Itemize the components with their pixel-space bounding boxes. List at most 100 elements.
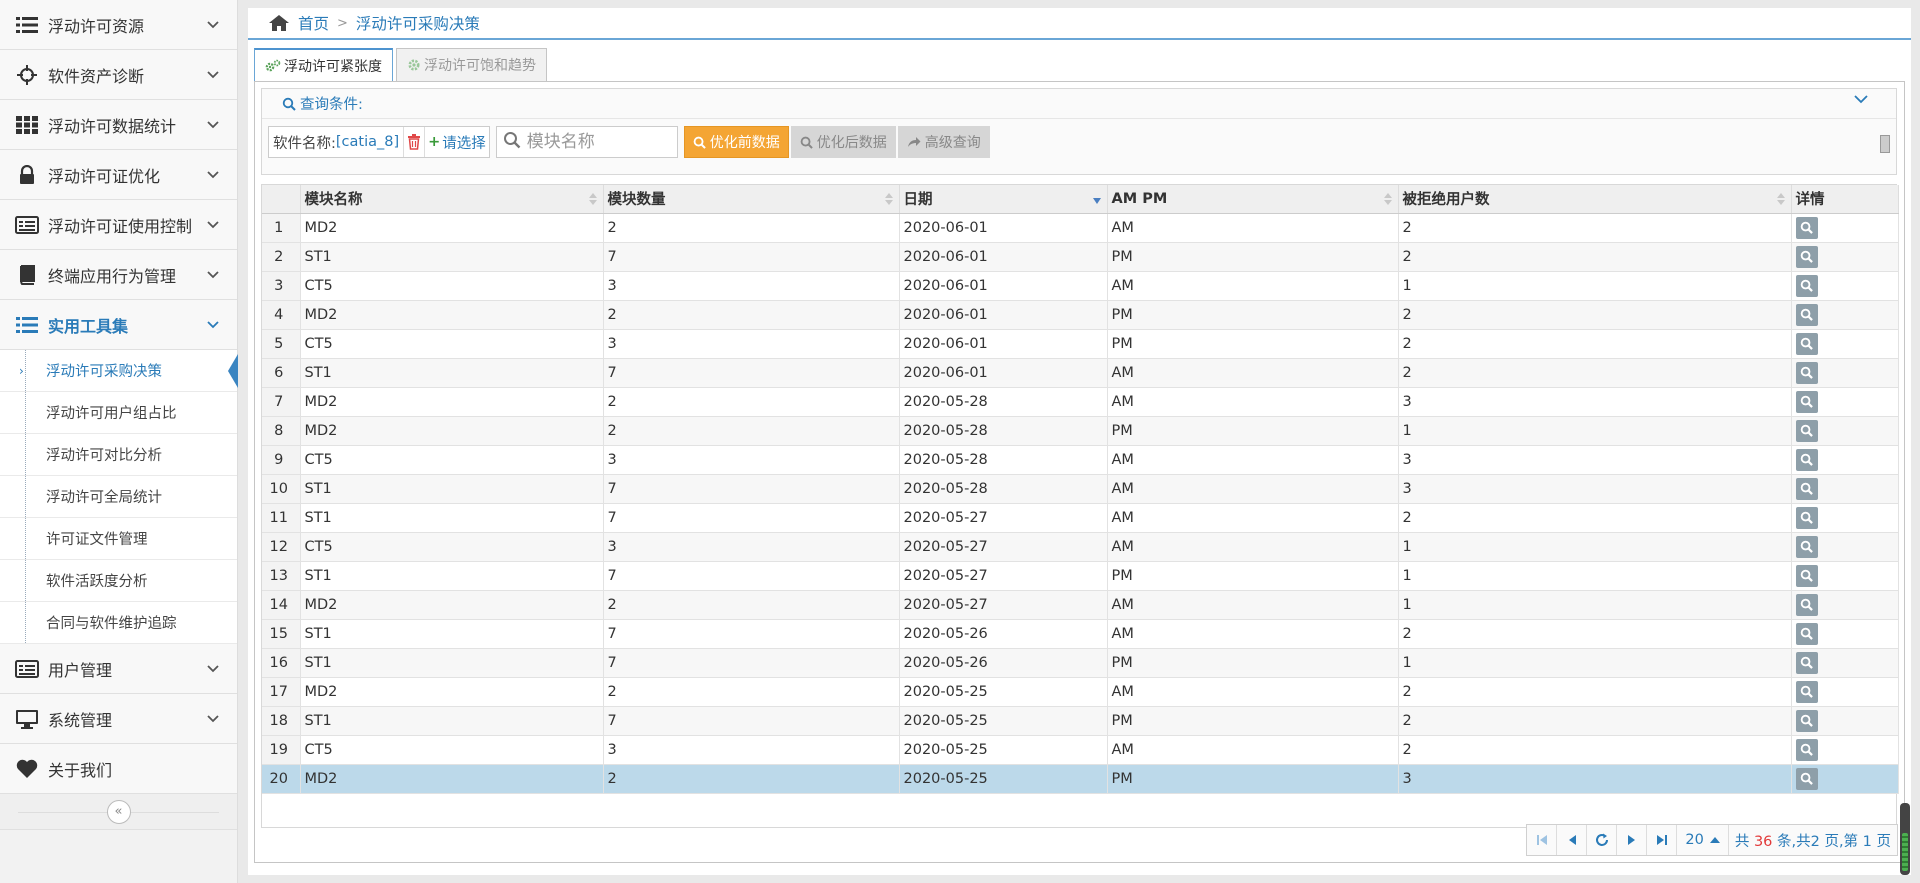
advanced-query-button[interactable]: 高级查询 (897, 126, 990, 158)
table-row[interactable]: 1 MD2 2 2020-06-01 AM 2 (262, 213, 1899, 243)
table-row[interactable]: 20 MD2 2 2020-05-25 PM 3 (262, 764, 1899, 794)
table-row[interactable]: 10 ST1 7 2020-05-28 AM 3 (262, 474, 1899, 504)
breadcrumb-home-link[interactable]: 首页 (298, 12, 329, 34)
tab-license-tension[interactable]: 浮动许可紧张度 (254, 48, 393, 82)
table-row[interactable]: 5 CT5 3 2020-06-01 PM 2 (262, 329, 1899, 359)
cell-date: 2020-05-28 (899, 445, 1108, 475)
next-page-button[interactable] (1617, 825, 1648, 855)
collapse-sidebar-button[interactable]: « (106, 799, 131, 824)
table-row[interactable]: 11 ST1 7 2020-05-27 AM 2 (262, 503, 1899, 533)
table-row[interactable]: 15 ST1 7 2020-05-26 AM 2 (262, 619, 1899, 649)
menu-item-asset-diagnosis[interactable]: 软件资产诊断 (0, 50, 237, 100)
first-page-button[interactable] (1527, 825, 1558, 855)
page-scrollbar[interactable] (1900, 803, 1910, 875)
table-row[interactable]: 14 MD2 2 2020-05-27 AM 1 (262, 590, 1899, 620)
menu-item-utilities[interactable]: 实用工具集 (0, 300, 237, 350)
menu-item-data-statistics[interactable]: 浮动许可数据统计 (0, 100, 237, 150)
table-row[interactable]: 18 ST1 7 2020-05-25 PM 2 (262, 706, 1899, 736)
sub-item-license-files[interactable]: 许可证文件管理 (0, 518, 237, 560)
refresh-button[interactable] (1587, 825, 1618, 855)
after-optimization-button[interactable]: 优化后数据 (790, 126, 896, 158)
module-name-input[interactable] (526, 132, 677, 152)
mini-scrollbar[interactable] (1880, 135, 1890, 153)
view-details-button[interactable] (1795, 390, 1818, 413)
column-header-rejected-users[interactable]: 被拒绝用户数 (1398, 185, 1792, 214)
view-details-button[interactable] (1795, 651, 1818, 674)
view-details-button[interactable] (1795, 448, 1818, 471)
view-details-button[interactable] (1795, 709, 1818, 732)
caret-up-icon (1709, 837, 1720, 843)
table-row[interactable]: 2 ST1 7 2020-06-01 PM 2 (262, 242, 1899, 272)
menu-item-user-management[interactable]: 用户管理 (0, 644, 237, 694)
column-header-date[interactable]: 日期 (899, 185, 1108, 214)
sub-item-procurement-decision[interactable]: › 浮动许可采购决策 (0, 350, 238, 392)
pagination: 20 共 36 条,共2 页,第 1 页 (1526, 824, 1898, 856)
table-row[interactable]: 12 CT5 3 2020-05-27 AM 1 (262, 532, 1899, 562)
query-header[interactable]: 查询条件: (262, 89, 1896, 119)
table-row[interactable]: 3 CT5 3 2020-06-01 AM 1 (262, 271, 1899, 301)
table-row[interactable]: 16 ST1 7 2020-05-26 PM 1 (262, 648, 1899, 678)
table-row[interactable]: 17 MD2 2 2020-05-25 AM 2 (262, 677, 1899, 707)
cell-module-count: 3 (603, 735, 900, 765)
cell-rejected-users: 2 (1398, 358, 1792, 388)
view-details-button[interactable] (1795, 274, 1818, 297)
view-details-button[interactable] (1795, 622, 1818, 645)
column-header-module-name[interactable]: 模块名称 (300, 185, 604, 214)
sub-item-comparison[interactable]: 浮动许可对比分析 (0, 434, 237, 476)
table-row[interactable]: 7 MD2 2 2020-05-28 AM 3 (262, 387, 1899, 417)
sub-item-user-group-ratio[interactable]: 浮动许可用户组占比 (0, 392, 237, 434)
cell-details (1791, 532, 1899, 562)
menu-item-license-resources[interactable]: 浮动许可资源 (0, 0, 237, 50)
view-details-button[interactable] (1795, 332, 1818, 355)
previous-page-button[interactable] (1557, 825, 1588, 855)
table-row[interactable]: 6 ST1 7 2020-06-01 AM 2 (262, 358, 1899, 388)
menu-item-usage-control[interactable]: 浮动许可证使用控制 (0, 200, 237, 250)
table-row[interactable]: 19 CT5 3 2020-05-25 AM 2 (262, 735, 1899, 765)
cell-module-name: MD2 (300, 677, 604, 707)
cell-details (1791, 648, 1899, 678)
cell-module-count: 3 (603, 532, 900, 562)
view-details-button[interactable] (1795, 535, 1818, 558)
table-row[interactable]: 13 ST1 7 2020-05-27 PM 1 (262, 561, 1899, 591)
chevron-down-icon[interactable] (1854, 95, 1868, 104)
software-value[interactable]: [catia_8] (336, 134, 399, 150)
view-details-button[interactable] (1795, 477, 1818, 500)
menu-item-terminal-behavior[interactable]: 终端应用行为管理 (0, 250, 237, 300)
menu-item-license-optimization[interactable]: 浮动许可证优化 (0, 150, 237, 200)
row-number: 4 (262, 300, 301, 330)
sub-item-contract-tracking[interactable]: 合同与软件维护追踪 (0, 602, 237, 644)
search-icon (1800, 714, 1813, 727)
sub-item-activity-analysis[interactable]: 软件活跃度分析 (0, 560, 237, 602)
select-software-button[interactable]: + 请选择 (424, 127, 489, 157)
table-row[interactable]: 8 MD2 2 2020-05-28 PM 1 (262, 416, 1899, 446)
last-page-button[interactable] (1647, 825, 1678, 855)
view-details-button[interactable] (1795, 738, 1818, 761)
view-details-button[interactable] (1795, 593, 1818, 616)
table-row[interactable]: 4 MD2 2 2020-06-01 PM 2 (262, 300, 1899, 330)
view-details-button[interactable] (1795, 245, 1818, 268)
search-icon (1800, 424, 1813, 437)
search-icon (1800, 685, 1813, 698)
view-details-button[interactable] (1795, 216, 1818, 239)
menu-item-about-us[interactable]: 关于我们 (0, 744, 237, 794)
before-optimization-button[interactable]: 优化前数据 (683, 126, 789, 158)
trash-icon[interactable] (403, 127, 424, 157)
home-icon[interactable] (268, 14, 290, 32)
page-size-select[interactable]: 20 (1677, 825, 1729, 855)
view-details-button[interactable] (1795, 767, 1818, 790)
cell-ampm: AM (1107, 677, 1399, 707)
view-details-button[interactable] (1795, 419, 1818, 442)
view-details-button[interactable] (1795, 506, 1818, 529)
view-details-button[interactable] (1795, 361, 1818, 384)
sub-item-global-statistics[interactable]: 浮动许可全局统计 (0, 476, 237, 518)
column-header-ampm[interactable]: AM PM (1107, 185, 1399, 214)
view-details-button[interactable] (1795, 303, 1818, 326)
menu-item-system-management[interactable]: 系统管理 (0, 694, 237, 744)
search-icon (1800, 743, 1813, 756)
table-row[interactable]: 9 CT5 3 2020-05-28 AM 3 (262, 445, 1899, 475)
view-details-button[interactable] (1795, 564, 1818, 587)
tab-saturation-trend[interactable]: 浮动许可饱和趋势 (396, 48, 547, 81)
view-details-button[interactable] (1795, 680, 1818, 703)
scrollbar-thumb[interactable] (1902, 833, 1908, 871)
column-header-module-count[interactable]: 模块数量 (603, 185, 900, 214)
